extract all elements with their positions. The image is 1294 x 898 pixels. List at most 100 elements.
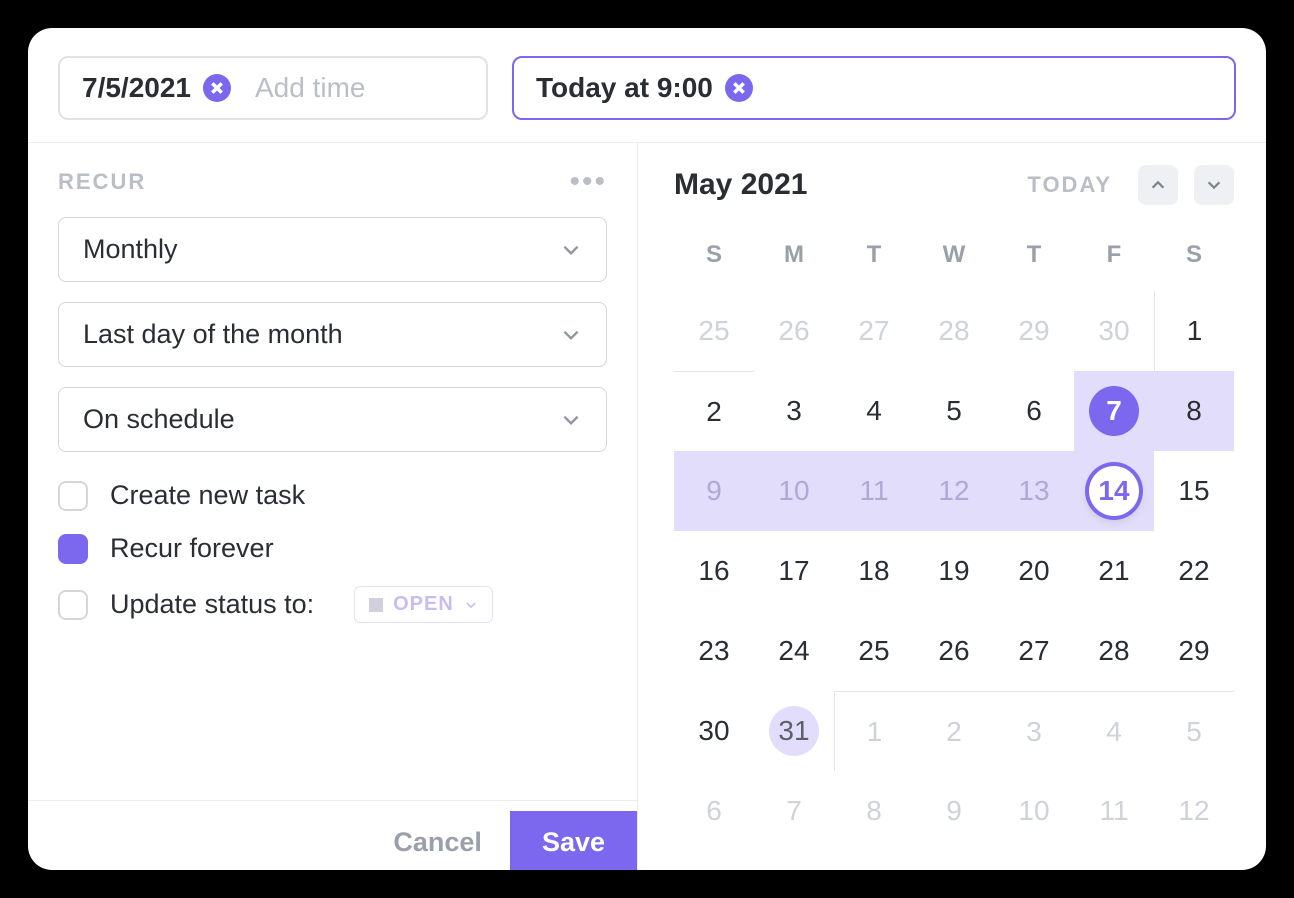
- calendar-day-number: 27: [1009, 626, 1059, 676]
- calendar-day[interactable]: 5: [1154, 691, 1234, 771]
- calendar-day[interactable]: 30: [674, 691, 754, 771]
- create-new-task-checkbox[interactable]: [58, 481, 88, 511]
- calendar-day[interactable]: 19: [914, 531, 994, 611]
- chevron-down-icon: [560, 409, 582, 431]
- calendar-day-number: 28: [929, 306, 979, 356]
- calendar-day[interactable]: 23: [674, 611, 754, 691]
- calendar-day[interactable]: 4: [834, 371, 914, 451]
- calendar-day[interactable]: 6: [674, 771, 754, 851]
- update-status-checkbox[interactable]: [58, 590, 88, 620]
- calendar-day-number: 8: [849, 786, 899, 836]
- calendar-dow: S: [1154, 223, 1234, 291]
- calendar-day[interactable]: 2: [914, 691, 994, 771]
- calendar-day-number: 9: [929, 786, 979, 836]
- calendar-day[interactable]: 11: [1074, 771, 1154, 851]
- save-button[interactable]: Save: [510, 811, 637, 870]
- calendar-day[interactable]: 16: [674, 531, 754, 611]
- status-value: OPEN: [393, 593, 454, 616]
- add-time-placeholder[interactable]: Add time: [255, 72, 366, 104]
- calendar-day[interactable]: 13: [994, 451, 1074, 531]
- calendar-day[interactable]: 22: [1154, 531, 1234, 611]
- calendar-day[interactable]: 12: [914, 451, 994, 531]
- end-date-chip[interactable]: Today at 9:00: [512, 56, 1236, 120]
- calendar-day[interactable]: 7: [1074, 371, 1154, 451]
- calendar-day[interactable]: 31: [754, 691, 834, 771]
- calendar-day[interactable]: 5: [914, 371, 994, 451]
- calendar-panel: May 2021 TODAY SMTWTFS 25262728293012345…: [638, 143, 1266, 870]
- calendar-day-number: 22: [1169, 546, 1219, 596]
- calendar-day-number: 24: [769, 626, 819, 676]
- calendar-day-number: 6: [689, 786, 739, 836]
- calendar-day-number: 1: [850, 707, 900, 757]
- calendar-day[interactable]: 28: [914, 291, 994, 371]
- start-date-clear-icon[interactable]: [203, 74, 231, 102]
- calendar-day[interactable]: 12: [1154, 771, 1234, 851]
- calendar-day[interactable]: 18: [834, 531, 914, 611]
- create-new-task-row: Create new task: [58, 480, 607, 511]
- calendar-day[interactable]: 7: [754, 771, 834, 851]
- calendar-day-number: 20: [1009, 546, 1059, 596]
- calendar-day[interactable]: 17: [754, 531, 834, 611]
- calendar-day[interactable]: 29: [994, 291, 1074, 371]
- recur-rule-dropdown[interactable]: Last day of the month: [58, 302, 607, 367]
- calendar-day[interactable]: 10: [754, 451, 834, 531]
- calendar-day[interactable]: 10: [994, 771, 1074, 851]
- today-button[interactable]: TODAY: [1017, 166, 1122, 204]
- recur-frequency-dropdown[interactable]: Monthly: [58, 217, 607, 282]
- calendar-day-number: 18: [849, 546, 899, 596]
- calendar-day[interactable]: 24: [754, 611, 834, 691]
- calendar-day[interactable]: 30: [1074, 291, 1154, 371]
- calendar-month-title: May 2021: [674, 168, 1001, 202]
- calendar-day-number: 4: [1089, 707, 1139, 757]
- chevron-down-icon: [560, 324, 582, 346]
- status-dropdown[interactable]: OPEN: [354, 586, 493, 623]
- calendar-day[interactable]: 26: [754, 291, 834, 371]
- calendar-day[interactable]: 6: [994, 371, 1074, 451]
- end-date-clear-icon[interactable]: [725, 74, 753, 102]
- cancel-button[interactable]: Cancel: [365, 815, 510, 870]
- calendar-day[interactable]: 20: [994, 531, 1074, 611]
- calendar-day-number: 7: [769, 786, 819, 836]
- calendar-day[interactable]: 25: [674, 291, 754, 371]
- chevron-down-icon: [464, 598, 478, 612]
- calendar-day[interactable]: 11: [834, 451, 914, 531]
- recur-more-icon[interactable]: •••: [569, 165, 607, 199]
- calendar-day[interactable]: 27: [994, 611, 1074, 691]
- update-status-row: Update status to: OPEN: [58, 586, 607, 623]
- calendar-day[interactable]: 8: [834, 771, 914, 851]
- calendar-day[interactable]: 29: [1154, 611, 1234, 691]
- recur-timing-dropdown[interactable]: On schedule: [58, 387, 607, 452]
- next-month-button[interactable]: [1194, 165, 1234, 205]
- recur-forever-label: Recur forever: [110, 533, 274, 564]
- calendar-day-number: 5: [1169, 707, 1219, 757]
- chevron-down-icon: [1205, 176, 1223, 194]
- calendar-day[interactable]: 4: [1074, 691, 1154, 771]
- start-date-value: 7/5/2021: [82, 72, 191, 104]
- calendar-day[interactable]: 8: [1154, 371, 1234, 451]
- calendar-dow: T: [834, 223, 914, 291]
- recur-forever-checkbox[interactable]: [58, 534, 88, 564]
- calendar-day[interactable]: 25: [834, 611, 914, 691]
- chevron-down-icon: [560, 239, 582, 261]
- calendar-day[interactable]: 3: [754, 371, 834, 451]
- calendar-day[interactable]: 21: [1074, 531, 1154, 611]
- calendar-day-number: 21: [1089, 546, 1139, 596]
- calendar-day[interactable]: 2: [674, 371, 754, 451]
- calendar-day-number: 3: [1009, 707, 1059, 757]
- prev-month-button[interactable]: [1138, 165, 1178, 205]
- calendar-day[interactable]: 26: [914, 611, 994, 691]
- calendar-day[interactable]: 27: [834, 291, 914, 371]
- calendar-day-number: 6: [1009, 386, 1059, 436]
- calendar-day[interactable]: 15: [1154, 451, 1234, 531]
- calendar-day[interactable]: 9: [674, 451, 754, 531]
- calendar-day[interactable]: 14: [1074, 451, 1154, 531]
- calendar-day[interactable]: 1: [1154, 291, 1234, 371]
- calendar-day-number: 17: [769, 546, 819, 596]
- calendar-day-number: 14: [1089, 466, 1139, 516]
- calendar-day-number: 25: [689, 306, 739, 356]
- calendar-day[interactable]: 3: [994, 691, 1074, 771]
- start-date-chip[interactable]: 7/5/2021 Add time: [58, 56, 488, 120]
- calendar-day[interactable]: 28: [1074, 611, 1154, 691]
- calendar-day[interactable]: 9: [914, 771, 994, 851]
- calendar-day[interactable]: 1: [834, 691, 914, 771]
